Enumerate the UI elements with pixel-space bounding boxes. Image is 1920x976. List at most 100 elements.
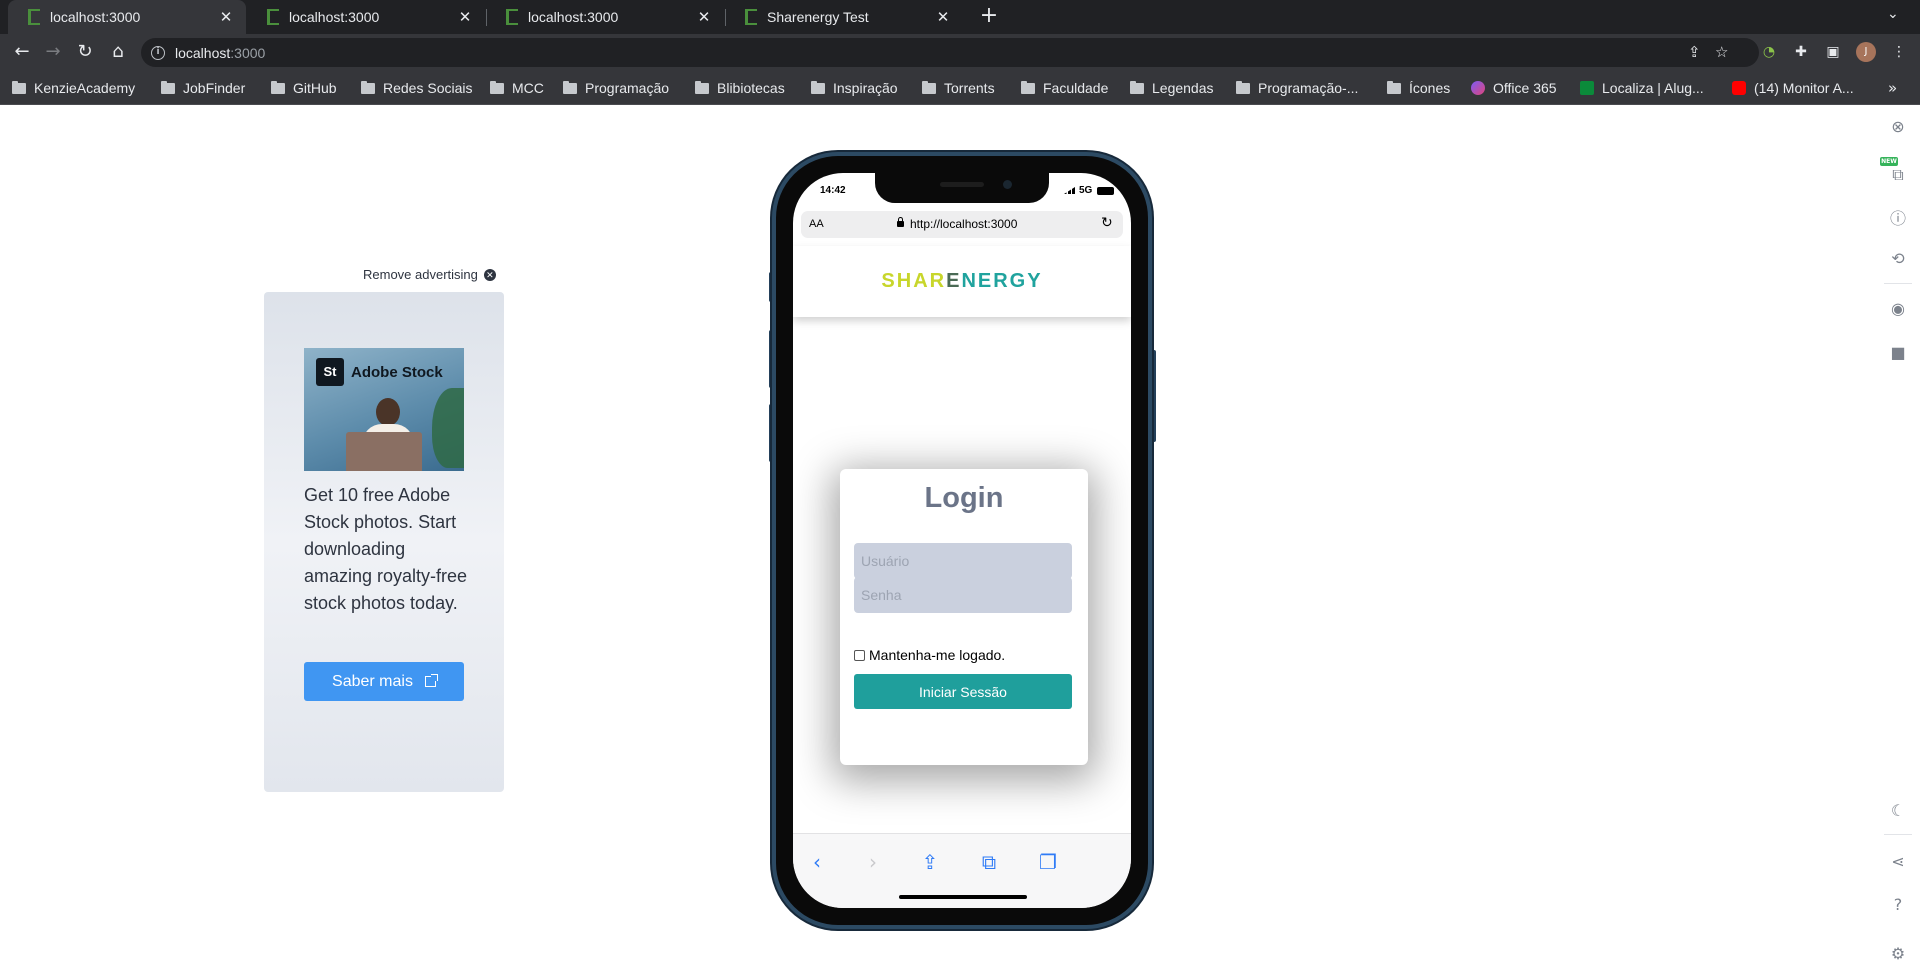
adobe-stock-logo-icon: St bbox=[316, 358, 344, 386]
bookmark-programacao-2[interactable]: Programação-... bbox=[1236, 71, 1358, 105]
address-bar[interactable]: i localhost:3000 ⇪ ☆ bbox=[141, 38, 1759, 67]
bookmark-faculdade[interactable]: Faculdade bbox=[1021, 71, 1108, 105]
bookmark-label: Blibiotecas bbox=[717, 80, 785, 96]
bookmark-label: Ícones bbox=[1409, 80, 1451, 96]
remember-me[interactable]: Mantenha-me logado. bbox=[854, 647, 1005, 663]
sharenergy-favicon-icon bbox=[745, 9, 757, 25]
info-icon[interactable]: i bbox=[151, 45, 165, 60]
bookmark-label: Faculdade bbox=[1043, 80, 1109, 96]
bookmark-label: MCC bbox=[512, 80, 544, 96]
bookmark-monitor[interactable]: (14) Monitor A... bbox=[1732, 71, 1854, 105]
ad-button-label: Saber mais bbox=[332, 672, 413, 690]
bookmark-label: (14) Monitor A... bbox=[1754, 80, 1854, 96]
close-icon[interactable]: ✕ bbox=[935, 8, 951, 26]
status-time: 14:42 bbox=[820, 185, 846, 196]
star-icon[interactable]: ☆ bbox=[1715, 38, 1728, 67]
bookmark-label: Torrents bbox=[944, 80, 995, 96]
phone-mockup: 14:42 5G AA http://localhost:3000 ↻ SHAR… bbox=[772, 152, 1152, 929]
info-icon[interactable]: ⓘ bbox=[1888, 209, 1908, 229]
rail-divider bbox=[1884, 283, 1912, 284]
kebab-menu-icon[interactable]: ⋮ bbox=[1890, 43, 1908, 61]
bookmark-kenzieacademy[interactable]: KenzieAcademy bbox=[12, 71, 135, 105]
youtube-icon bbox=[1732, 81, 1746, 95]
tab-1[interactable]: localhost:3000 ✕ bbox=[8, 0, 246, 34]
ad-brand-name: Adobe Stock bbox=[351, 363, 443, 381]
close-icon[interactable]: ✕ bbox=[457, 8, 473, 26]
ad-image: St Adobe Stock bbox=[304, 348, 464, 471]
saber-mais-button[interactable]: Saber mais bbox=[304, 662, 464, 701]
video-camera-icon[interactable]: ■ bbox=[1888, 343, 1908, 363]
ad-card[interactable]: St Adobe Stock Get 10 free Adobe Stock p… bbox=[264, 292, 504, 792]
puzzle-icon[interactable]: ✚ bbox=[1792, 43, 1810, 61]
chevron-down-icon[interactable]: ⌄ bbox=[1887, 6, 1899, 22]
back-arrow-icon[interactable]: ← bbox=[10, 40, 34, 64]
password-input[interactable] bbox=[854, 577, 1072, 613]
tab-2[interactable]: localhost:3000 ✕ bbox=[247, 0, 485, 34]
bookmark-icones[interactable]: Ícones bbox=[1387, 71, 1450, 105]
remember-checkbox[interactable] bbox=[854, 649, 865, 661]
ad-text: Get 10 free Adobe Stock photos. Start do… bbox=[304, 485, 468, 613]
extension-circle-icon[interactable]: ◔ bbox=[1760, 43, 1778, 61]
close-icon[interactable]: ✕ bbox=[218, 8, 234, 26]
tabs-icon[interactable]: ❐ bbox=[1036, 850, 1060, 874]
bookmark-label: JobFinder bbox=[183, 80, 246, 96]
bookmark-programacao[interactable]: Programação bbox=[563, 71, 669, 105]
folder-icon bbox=[811, 80, 825, 94]
bookmark-localiza[interactable]: Localiza | Alug... bbox=[1580, 71, 1704, 105]
bookmarks-book-icon[interactable]: ⧉ bbox=[977, 850, 1001, 874]
tab-4[interactable]: Sharenergy Test ✕ bbox=[725, 0, 963, 34]
login-title: Login bbox=[924, 482, 1004, 514]
share-nodes-icon[interactable]: ⋖ bbox=[1888, 852, 1908, 872]
bookmark-redes-sociais[interactable]: Redes Sociais bbox=[361, 71, 473, 105]
avatar[interactable]: J bbox=[1856, 42, 1876, 62]
bookmark-label: KenzieAcademy bbox=[34, 80, 136, 96]
tab-3[interactable]: localhost:3000 ✕ bbox=[486, 0, 724, 34]
remove-advertising-label: Remove advertising bbox=[363, 267, 478, 282]
bookmark-inspiracao[interactable]: Inspiração bbox=[811, 71, 898, 105]
camera-icon[interactable]: ◉ bbox=[1888, 299, 1908, 319]
moon-icon[interactable]: ☾ bbox=[1888, 801, 1908, 821]
help-circle-icon[interactable]: ? bbox=[1888, 895, 1908, 915]
plus-icon[interactable]: + bbox=[976, 4, 1002, 30]
close-icon[interactable]: ✕ bbox=[696, 8, 712, 26]
rail-divider bbox=[1884, 834, 1912, 835]
bookmark-label: Legendas bbox=[1152, 80, 1214, 96]
close-circle-icon[interactable]: ⊗ bbox=[1888, 117, 1908, 137]
login-submit-button[interactable]: Iniciar Sessão bbox=[854, 674, 1072, 709]
bookmark-office-365[interactable]: Office 365 bbox=[1471, 71, 1557, 105]
username-input[interactable] bbox=[854, 543, 1072, 579]
share-icon[interactable]: ⇪ bbox=[918, 850, 942, 874]
remove-advertising-link[interactable]: Remove advertising ✕ bbox=[363, 267, 496, 282]
address-url: localhost:3000 bbox=[175, 45, 265, 61]
bookmark-legendas[interactable]: Legendas bbox=[1130, 71, 1214, 105]
address-host: localhost bbox=[175, 44, 231, 61]
safari-url-text: http://localhost:3000 bbox=[910, 217, 1018, 231]
bookmark-torrents[interactable]: Torrents bbox=[922, 71, 995, 105]
bookmark-label: Programação-... bbox=[1258, 80, 1359, 96]
home-icon[interactable]: ⌂ bbox=[106, 40, 130, 64]
forward-arrow-icon[interactable]: → bbox=[41, 40, 65, 64]
gear-icon[interactable]: ⚙ bbox=[1888, 944, 1908, 964]
bookmark-label: Redes Sociais bbox=[383, 80, 473, 96]
logo-part-3: NERGY bbox=[961, 270, 1043, 292]
back-chevron-icon[interactable]: ‹ bbox=[805, 850, 829, 874]
bookmark-mcc[interactable]: MCC bbox=[490, 71, 544, 105]
reload-icon[interactable]: ↻ bbox=[73, 40, 97, 64]
bookmark-jobfinder[interactable]: JobFinder bbox=[161, 71, 245, 105]
side-panel-icon[interactable]: ▣ bbox=[1824, 43, 1842, 61]
laptop bbox=[346, 432, 422, 471]
rotate-icon[interactable]: ⟲ bbox=[1888, 249, 1908, 269]
reload-icon[interactable]: ↻ bbox=[1101, 214, 1113, 231]
folder-icon bbox=[563, 80, 577, 94]
text-size-button[interactable]: AA bbox=[809, 218, 824, 230]
site-header: SHAR E NERGY bbox=[793, 246, 1131, 317]
bookmark-github[interactable]: GitHub bbox=[271, 71, 337, 105]
forward-chevron-icon[interactable]: › bbox=[861, 850, 885, 874]
share-icon[interactable]: ⇪ bbox=[1688, 38, 1701, 67]
double-chevron-right-icon[interactable]: » bbox=[1888, 79, 1897, 97]
devices-icon[interactable]: ⧉ bbox=[1888, 165, 1908, 185]
bookmark-blibiotecas[interactable]: Blibiotecas bbox=[695, 71, 785, 105]
speaker bbox=[940, 182, 984, 187]
signal-icon bbox=[1064, 187, 1075, 194]
safari-address-bar[interactable]: AA http://localhost:3000 ↻ bbox=[801, 211, 1123, 238]
